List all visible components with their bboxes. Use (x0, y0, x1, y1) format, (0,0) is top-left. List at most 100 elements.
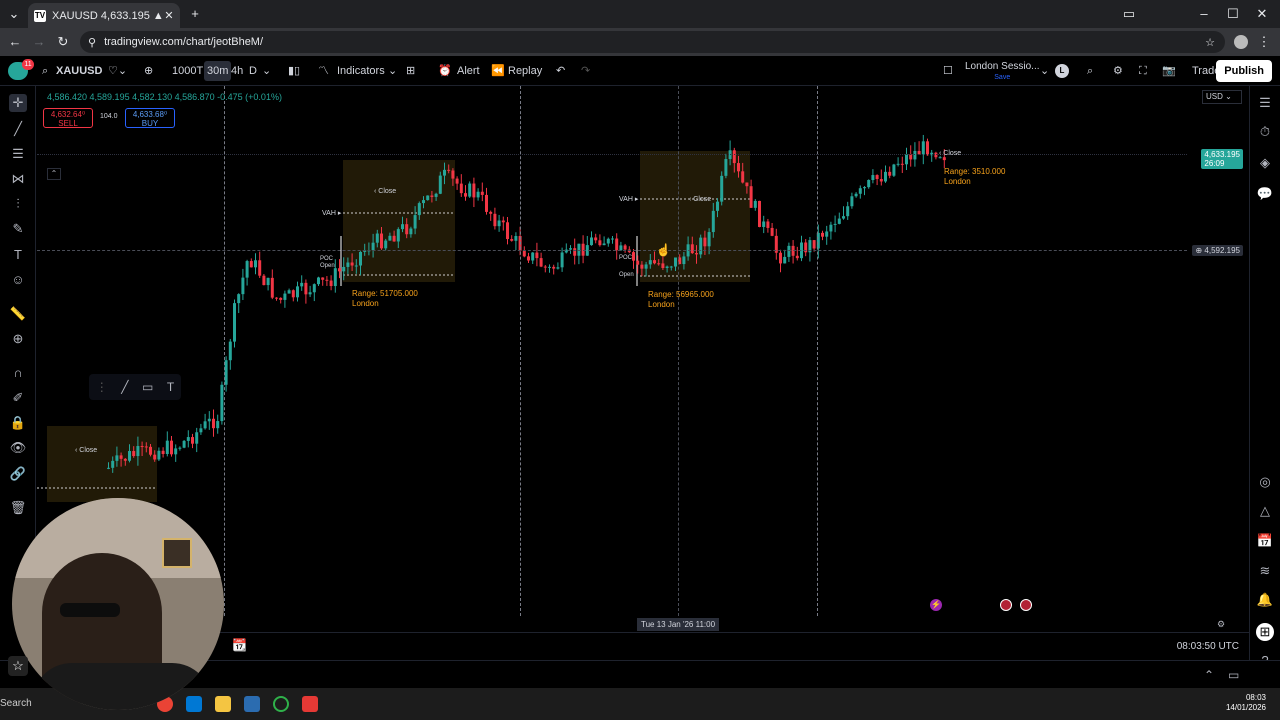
currency-selector[interactable]: USD ⌄ (1202, 90, 1242, 104)
pattern-tool-icon[interactable]: ⋈ (9, 170, 27, 188)
trend-line-icon[interactable]: ╱ (9, 120, 27, 138)
layout-checkbox-icon[interactable]: ☐ (943, 56, 953, 86)
layers-icon[interactable]: ◈ (1256, 154, 1274, 172)
link-icon[interactable]: 🔗 (9, 465, 27, 483)
line-tool-icon[interactable]: ╱ (121, 380, 128, 394)
system-clock[interactable]: 08:03 14/01/2026 (1226, 693, 1266, 713)
watchlist-icon[interactable]: ☰ (1256, 94, 1274, 112)
watchlist-icon[interactable]: ♡⌄ (108, 56, 127, 86)
apps-grid-icon[interactable]: ⊞ (1256, 623, 1274, 641)
indicators-button[interactable]: Indicators (337, 56, 385, 86)
alert-button[interactable]: Alert (457, 56, 480, 86)
back-icon[interactable]: ← (6, 33, 24, 51)
forward-icon[interactable]: → (30, 33, 48, 51)
emoji-icon[interactable]: ☺ (9, 271, 27, 289)
app-red-icon[interactable] (302, 696, 318, 712)
symbol-search-icon[interactable]: ⌕ (42, 56, 48, 86)
calendar-icon[interactable]: 📅 (1256, 532, 1274, 550)
buy-button[interactable]: 4,633.68⁰ BUY (125, 108, 175, 128)
news-feed-icon[interactable]: ≋ (1256, 562, 1274, 580)
browser-menu-icon[interactable]: ⋮ (1255, 33, 1273, 51)
lock-icon[interactable]: 🔒 (9, 414, 27, 432)
target-icon[interactable]: ◎ (1256, 473, 1274, 491)
text-tool-icon[interactable]: T (9, 246, 27, 264)
interval-dropdown-icon[interactable]: ⌄ (262, 56, 271, 86)
app-green-icon[interactable] (273, 696, 289, 712)
bookmark-star-icon[interactable]: ☆ (1205, 36, 1215, 49)
candle-body (497, 220, 501, 227)
expand-panel-icon[interactable]: ⌃ (1204, 668, 1214, 682)
interval-4h[interactable]: 4h (231, 56, 243, 86)
alert-clock-icon[interactable]: ⏰ (438, 56, 452, 86)
utc-clock[interactable]: 08:03:50 UTC (1177, 641, 1239, 652)
open-label: Open (619, 272, 634, 278)
fullscreen-icon[interactable]: ⛶ (1139, 56, 1147, 86)
us-flag-event-icon[interactable] (1000, 599, 1012, 611)
replay-icon[interactable]: ⏪ (491, 56, 505, 86)
favorite-star-icon[interactable]: ☆ (8, 656, 28, 676)
collapse-legend-icon[interactable]: ⌃ (47, 168, 61, 180)
clock-date: 14/01/2026 (1225, 703, 1266, 712)
layout-name-button[interactable]: London Sessio... Save (965, 61, 1040, 83)
candle-body (279, 297, 283, 300)
chat-icon[interactable]: 💬 (1256, 185, 1274, 203)
quick-search-icon[interactable]: ⌕ (1087, 56, 1093, 86)
minimize-icon[interactable]: – (1195, 5, 1213, 23)
app-store-icon[interactable] (244, 696, 260, 712)
settings-gear-icon[interactable]: ⚙ (1113, 56, 1123, 86)
hide-drawings-eye-icon[interactable]: 👁 (9, 439, 27, 457)
zoom-in-icon[interactable]: ⊕ (9, 330, 27, 348)
magnet-icon[interactable]: ∩ (9, 364, 27, 382)
layout-save-label: Save (994, 74, 1011, 81)
close-window-icon[interactable]: ✕ (1253, 5, 1271, 23)
maximize-icon[interactable]: ☐ (1224, 5, 1242, 23)
redo-icon[interactable]: ↷ (581, 56, 590, 86)
brush-icon[interactable]: ✎ (9, 220, 27, 238)
taskbar-search[interactable]: Search (0, 698, 32, 709)
axis-settings-icon[interactable]: ⚙ (1217, 619, 1225, 630)
site-info-icon[interactable]: ⚲ (88, 36, 96, 49)
ruler-icon[interactable]: 📏 (9, 305, 27, 323)
interval-1000t[interactable]: 1000T (172, 56, 203, 86)
layout-dropdown-icon[interactable]: ⌄ (1040, 56, 1049, 86)
crosshair-icon[interactable]: ✛ (9, 94, 27, 112)
indicators-icon[interactable]: 〽 (318, 56, 329, 86)
reload-icon[interactable]: ↻ (54, 33, 72, 51)
profile-avatar[interactable] (1232, 33, 1250, 51)
notification-bell-icon[interactable]: 🔔 (1256, 591, 1274, 609)
snapshot-camera-icon[interactable]: 📷 (1162, 56, 1176, 86)
interval-30m[interactable]: 30m (204, 61, 232, 81)
horizontal-lines-icon[interactable]: ☰ (9, 145, 27, 163)
us-flag-event-icon[interactable] (1020, 599, 1032, 611)
indicators-dropdown-icon[interactable]: ⌄ (388, 56, 397, 86)
alerts-clock-icon[interactable]: ⏱ (1256, 123, 1274, 141)
date-range-calendar-icon[interactable]: 📆 (232, 638, 247, 652)
candle-type-icon[interactable]: ▮▯ (288, 56, 300, 86)
maximize-panel-icon[interactable]: ▭ (1228, 668, 1239, 682)
file-explorer-icon[interactable] (215, 696, 231, 712)
add-alert-icon[interactable]: ⊕ (1195, 246, 1202, 255)
sell-button[interactable]: 4,632.64⁰ SELL (43, 108, 93, 128)
tab-search-icon[interactable]: ⌄ (5, 5, 23, 23)
compare-add-icon[interactable]: ⊕ (144, 56, 153, 86)
profile-window-icon[interactable]: ▭ (1120, 5, 1138, 23)
stay-in-drawing-icon[interactable]: ✐ (9, 389, 27, 407)
fib-tool-icon[interactable]: ⫶ (9, 195, 27, 213)
event-lightning-icon[interactable]: ⚡ (930, 599, 942, 611)
text-box-tool-icon[interactable]: T (167, 380, 174, 394)
layout-avatar[interactable]: L (1055, 64, 1069, 78)
ideas-icon[interactable]: △ (1256, 502, 1274, 520)
undo-icon[interactable]: ↶ (556, 56, 565, 86)
close-tab-icon[interactable]: ✕ (162, 9, 176, 22)
publish-button[interactable]: Publish (1216, 60, 1272, 82)
new-tab-icon[interactable]: + (186, 5, 204, 23)
drag-handle-icon[interactable]: ⋮ (96, 380, 108, 394)
interval-d[interactable]: D (249, 56, 257, 86)
browser-tab[interactable]: TV XAUUSD 4,633.195 ▲ +1.03% | ✕ (28, 3, 180, 28)
replay-button[interactable]: Replay (508, 56, 542, 86)
templates-grid-icon[interactable]: ⊞ (406, 56, 415, 86)
candle-body (426, 195, 430, 201)
rectangle-tool-icon[interactable]: ▭ (142, 380, 153, 394)
symbol-label[interactable]: XAUUSD (56, 56, 102, 86)
url-field[interactable]: ⚲ tradingview.com/chart/jeotBheM/ ☆ (80, 31, 1225, 53)
